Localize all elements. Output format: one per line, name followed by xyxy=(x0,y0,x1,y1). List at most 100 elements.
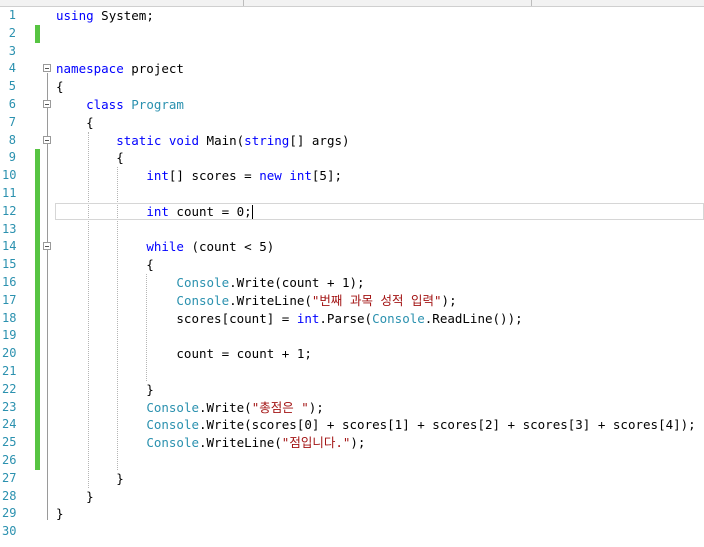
code-line[interactable]: 2 xyxy=(0,24,704,43)
code-token: } xyxy=(56,470,124,486)
change-indicator xyxy=(35,274,40,292)
code-text: { xyxy=(56,78,64,96)
code-line[interactable]: 30 xyxy=(0,523,704,541)
code-token: count = 0; xyxy=(168,203,252,219)
code-line[interactable]: 3 xyxy=(0,43,704,61)
code-line[interactable]: 13 xyxy=(0,220,704,239)
code-text: count = count + 1; xyxy=(56,345,311,363)
code-token: System; xyxy=(93,8,154,23)
collapse-icon[interactable] xyxy=(43,242,51,251)
code-token: int xyxy=(296,310,320,326)
code-editor[interactable]: 1 using System; 2 3 4 namespace project 5{6 cl… xyxy=(0,7,704,547)
change-indicator xyxy=(35,309,40,328)
code-line[interactable]: 5{ xyxy=(0,78,704,96)
code-line[interactable]: 25 Console.WriteLine("점입니다."); xyxy=(0,434,704,452)
collapse-icon[interactable] xyxy=(43,64,51,73)
code-line[interactable]: 26 xyxy=(0,452,704,470)
code-token: } xyxy=(56,381,154,397)
tab-strip xyxy=(0,0,704,7)
code-line[interactable]: 23 Console.Write("총점은 "); xyxy=(0,398,704,417)
change-indicator xyxy=(35,256,40,274)
code-token: { xyxy=(56,114,94,130)
code-token: [] args) xyxy=(289,132,350,148)
code-line[interactable]: 1 using System; xyxy=(0,7,704,25)
code-line[interactable]: 9 { xyxy=(0,149,704,168)
code-line[interactable]: 10 int[] scores = new int[5]; xyxy=(0,167,704,185)
code-token: (count < 5) xyxy=(183,239,275,255)
code-text: { xyxy=(56,114,94,132)
code-token: namespace xyxy=(56,61,124,77)
collapse-icon[interactable] xyxy=(43,100,51,108)
code-line[interactable]: 28 } xyxy=(0,488,704,506)
code-text: int[] scores = new int[5]; xyxy=(56,167,342,185)
code-line[interactable]: 16 Console.Write(count + 1); xyxy=(0,274,704,292)
code-line[interactable]: 24 Console.Write(scores[0] + scores[1] +… xyxy=(0,416,704,435)
collapse-icon[interactable] xyxy=(43,135,51,144)
code-text: } xyxy=(56,381,154,399)
code-line[interactable]: 7 { xyxy=(0,114,704,132)
line-number: 7 xyxy=(8,114,16,129)
code-token: int xyxy=(146,168,169,184)
code-text: Console.WriteLine("점입니다."); xyxy=(56,434,365,452)
change-indicator xyxy=(35,363,40,381)
code-token: int xyxy=(146,203,169,219)
text-caret xyxy=(251,204,253,219)
code-token: ); xyxy=(350,435,366,451)
code-token: .ReadLine()); xyxy=(424,310,523,326)
code-token: Console xyxy=(146,417,199,433)
code-line[interactable]: 19 xyxy=(0,327,704,346)
code-line[interactable]: 21 xyxy=(0,363,704,381)
code-line[interactable]: 8 static void Main(string[] args) xyxy=(0,132,704,150)
tab-divider xyxy=(531,0,532,6)
line-number: 5 xyxy=(8,79,16,94)
change-indicator xyxy=(35,238,40,257)
code-line[interactable]: 22 } xyxy=(0,380,704,399)
code-token: Console xyxy=(146,435,199,451)
code-line[interactable]: 15 { xyxy=(0,256,704,274)
line-number: 20 xyxy=(2,346,17,361)
code-line[interactable]: 12 int count = 0; xyxy=(0,202,704,221)
code-token: [5]; xyxy=(311,168,342,184)
code-token: project xyxy=(123,61,184,77)
code-line[interactable]: 27 } xyxy=(0,470,704,488)
line-number: 27 xyxy=(2,470,17,485)
code-token: class xyxy=(86,97,124,112)
line-number: 23 xyxy=(2,399,17,414)
code-token: .Write(count + 1); xyxy=(229,275,365,290)
change-indicator xyxy=(35,380,40,399)
code-token: Console xyxy=(372,310,425,326)
code-token: string xyxy=(244,132,290,148)
code-token: Console xyxy=(176,275,230,290)
line-number: 25 xyxy=(2,435,17,450)
code-token: Program xyxy=(131,97,184,112)
code-token: Console xyxy=(146,399,199,415)
code-line[interactable]: 20 count = count + 1; xyxy=(0,345,704,363)
code-text: Console.Write(scores[0] + scores[1] + sc… xyxy=(56,416,695,434)
code-text: static void Main(string[] args) xyxy=(56,132,350,150)
code-text: namespace project xyxy=(56,60,184,78)
code-line[interactable]: 6 class Program xyxy=(0,96,704,114)
code-token: .WriteLine( xyxy=(199,435,282,451)
change-indicator xyxy=(35,345,40,363)
code-line[interactable]: 17 Console.WriteLine("번째 과목 성적 입력"); xyxy=(0,291,704,310)
line-number: 9 xyxy=(8,150,16,165)
code-text: while (count < 5) xyxy=(56,238,274,256)
code-text: int count = 0; xyxy=(56,203,253,221)
code-token: { xyxy=(56,150,124,166)
change-indicator xyxy=(35,416,40,435)
line-number: 10 xyxy=(2,168,17,183)
code-token: } xyxy=(56,506,64,522)
code-text: { xyxy=(56,149,124,167)
code-line[interactable]: 29} xyxy=(0,505,704,523)
code-line[interactable]: 18 scores[count] = int.Parse(Console.Rea… xyxy=(0,309,704,328)
code-line[interactable]: 14 while (count < 5) xyxy=(0,238,704,257)
line-number: 22 xyxy=(2,381,17,396)
code-line[interactable]: 4 namespace project xyxy=(0,60,704,78)
change-indicator xyxy=(35,434,40,452)
code-line[interactable]: 11 xyxy=(0,185,704,203)
